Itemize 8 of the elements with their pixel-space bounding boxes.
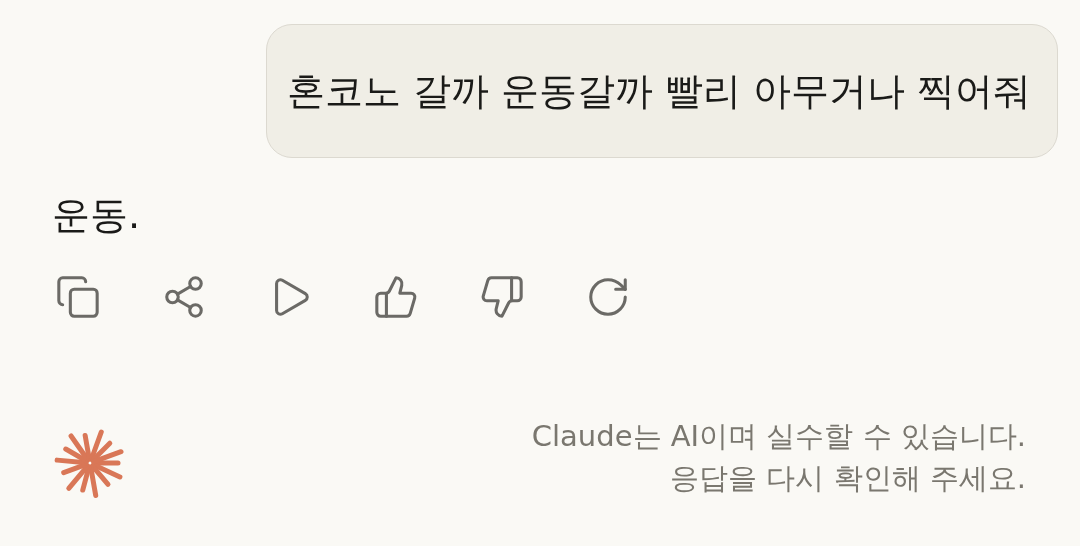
user-message-bubble: 혼코노 갈까 운동갈까 빨리 아무거나 찍어줘	[266, 24, 1058, 158]
disclaimer-text: Claude는 AI이며 실수할 수 있습니다.	[531, 418, 1026, 455]
starburst-logo-icon	[54, 427, 126, 499]
response-text: 운동.	[52, 193, 141, 237]
thumbs-down-icon	[479, 274, 525, 320]
copy-icon	[55, 274, 101, 320]
disclaimer-text: 응답을 다시 확인해 주세요.	[670, 460, 1026, 497]
thumbs-up-icon	[373, 274, 419, 320]
